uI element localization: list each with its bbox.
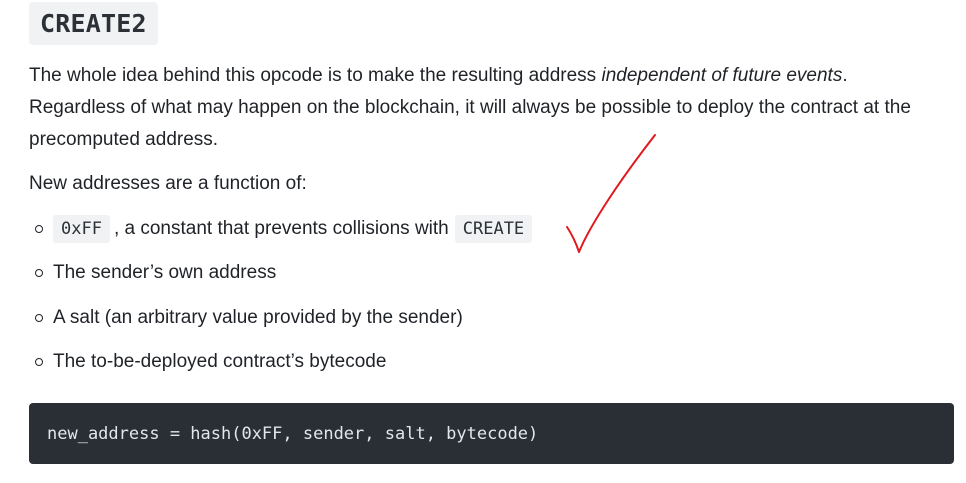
list-item-text: The to-be-deployed contract’s bytecode bbox=[53, 351, 387, 372]
list-item: The to-be-deployed contract’s bytecode bbox=[29, 345, 386, 379]
bullet-icon bbox=[35, 358, 43, 366]
list-item-text: , a constant that prevents collisions wi… bbox=[113, 218, 449, 239]
bullet-icon bbox=[35, 269, 43, 277]
code-block: new_address = hash(0xFF, sender, salt, b… bbox=[29, 403, 954, 464]
list-item: A salt (an arbitrary value provided by t… bbox=[29, 301, 463, 335]
inline-code-0xff: 0xFF bbox=[53, 215, 110, 243]
intro-emphasis: independent of future events bbox=[601, 65, 843, 86]
list-intro: New addresses are a function of: bbox=[29, 173, 307, 194]
bullet-icon bbox=[35, 225, 43, 233]
inline-code-create: CREATE bbox=[454, 215, 533, 243]
list-item: 0xFF , a constant that prevents collisio… bbox=[29, 212, 533, 246]
intro-paragraph: The whole idea behind this opcode is to … bbox=[29, 60, 939, 156]
code-line: new_address = hash(0xFF, sender, salt, b… bbox=[47, 424, 539, 444]
section-heading: CREATE2 bbox=[29, 2, 158, 45]
list-item-text: The sender’s own address bbox=[53, 262, 277, 283]
checkmark-icon bbox=[566, 134, 656, 253]
list-item: The sender’s own address bbox=[29, 256, 276, 290]
list-item-text: A salt (an arbitrary value provided by t… bbox=[53, 307, 463, 328]
intro-text-start: The whole idea behind this opcode is to … bbox=[29, 65, 602, 86]
bullet-icon bbox=[35, 314, 43, 322]
